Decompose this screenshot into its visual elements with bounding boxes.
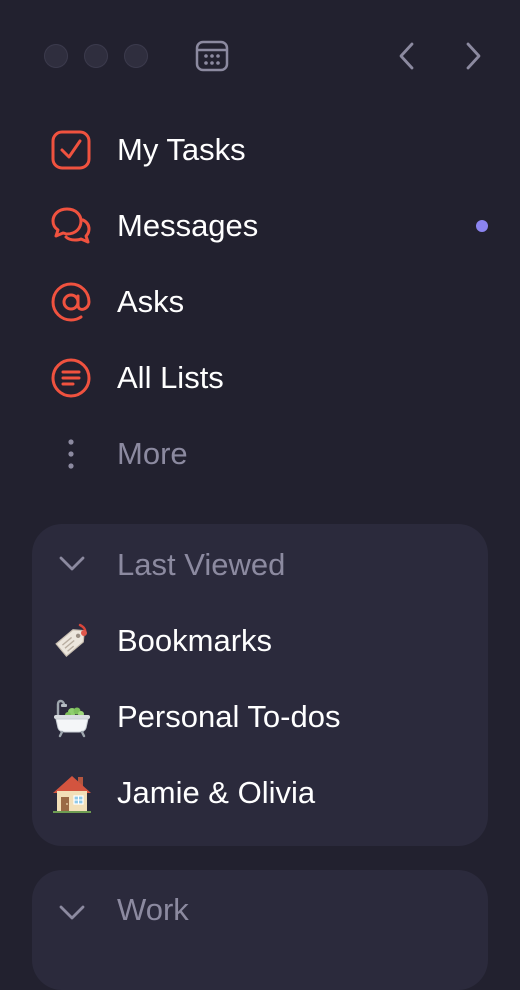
chat-bubbles-icon — [51, 207, 91, 244]
nav-item-label: My Tasks — [117, 132, 246, 167]
nav-item-messages[interactable]: Messages — [0, 188, 520, 264]
list-circle-icon — [51, 358, 91, 398]
list-item-label: Bookmarks — [117, 623, 273, 658]
list-item-bookmarks[interactable]: Bookmarks — [32, 603, 488, 679]
last-viewed-header[interactable]: Last Viewed — [32, 524, 488, 606]
more-vertical-icon — [68, 439, 74, 469]
bathtub-emoji-icon — [54, 699, 90, 738]
chevron-down-icon — [59, 905, 85, 920]
nav-item-more[interactable]: More — [0, 416, 520, 492]
chevron-down-icon — [59, 556, 85, 571]
check-square-icon — [51, 130, 91, 170]
chevron-right-icon[interactable] — [460, 41, 486, 71]
chevron-left-icon[interactable] — [394, 41, 420, 71]
nav-item-label: Asks — [117, 284, 185, 319]
bookmark-tag-emoji-icon — [55, 623, 87, 657]
house-emoji-icon — [53, 776, 91, 813]
section-title: Last Viewed — [117, 547, 286, 582]
list-item-label: Personal To-dos — [117, 699, 341, 734]
nav-item-asks[interactable]: Asks — [0, 264, 520, 340]
nav-item-label: More — [117, 436, 188, 471]
nav-item-label: All Lists — [117, 360, 224, 395]
work-section: Work — [32, 870, 488, 990]
list-item-jamie-olivia[interactable]: Jamie & Olivia — [32, 755, 488, 831]
window-minimize-button[interactable] — [84, 44, 108, 68]
nav-item-my-tasks[interactable]: My Tasks — [0, 112, 520, 188]
unread-indicator-dot — [476, 220, 488, 232]
title-bar — [0, 0, 520, 112]
list-item-personal-todos[interactable]: Personal To-dos — [32, 679, 488, 755]
nav-item-label: Messages — [117, 208, 259, 243]
nav-item-all-lists[interactable]: All Lists — [0, 340, 520, 416]
at-sign-icon — [51, 282, 91, 322]
work-header[interactable]: Work — [32, 870, 488, 952]
window-zoom-button[interactable] — [124, 44, 148, 68]
list-item-label: Jamie & Olivia — [117, 775, 316, 810]
calendar-icon[interactable] — [195, 39, 229, 73]
last-viewed-section: Last Viewed Bookmarks Personal To-dos Ja… — [32, 524, 488, 846]
window-close-button[interactable] — [44, 44, 68, 68]
section-title: Work — [117, 892, 189, 927]
